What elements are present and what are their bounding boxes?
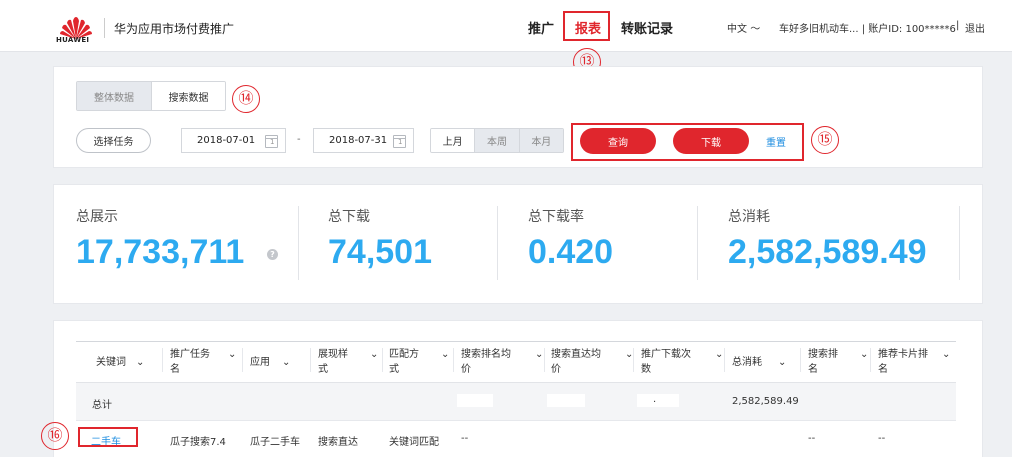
table-header: 关键词 ⌄ 推广任务 名 ⌄ 应用 ⌄ 展现样 式 ⌄ 匹配方 式 ⌄ 搜索排名… — [76, 341, 956, 383]
col-task-name[interactable]: 推广任务 名 ⌄ — [170, 347, 236, 377]
stat-divider — [298, 206, 299, 280]
chevron-down-icon: ⌄ — [228, 349, 237, 360]
language-label: 中文 — [727, 24, 747, 35]
total-cost-value: 2,582,589.49 — [732, 396, 799, 407]
annotation-16: ⑯ — [41, 422, 69, 450]
column-separator — [724, 348, 725, 372]
chevron-down-icon: ⌄ — [136, 357, 145, 368]
column-separator — [800, 348, 801, 372]
col-app[interactable]: 应用 ⌄ — [250, 355, 290, 370]
period-this-week[interactable]: 本周 — [474, 129, 519, 152]
stat-label-impressions: 总展示 — [76, 209, 118, 225]
annotation-box-keyword — [78, 427, 138, 447]
header-separator: | — [956, 20, 960, 31]
column-separator — [453, 348, 454, 372]
col-search-rank[interactable]: 搜索排 名 ⌄ — [808, 347, 868, 377]
column-separator — [544, 348, 545, 372]
col-display-style[interactable]: 展现样 式 ⌄ — [318, 347, 378, 377]
col-total-cost[interactable]: 总消耗 ⌄ — [732, 355, 786, 370]
card-rank-cell: -- — [878, 433, 886, 444]
search-rank-cell: -- — [808, 433, 816, 444]
tab-overall-data[interactable]: 整体数据 — [77, 82, 151, 110]
start-date-input[interactable]: 2018-07-01 — [181, 128, 286, 153]
calendar-icon[interactable] — [265, 135, 278, 148]
column-separator — [162, 348, 163, 372]
annotation-box-reports — [563, 11, 610, 41]
column-separator — [382, 348, 383, 372]
redacted-value — [457, 394, 493, 407]
column-separator — [870, 348, 871, 372]
app-cell: 瓜子二手车 — [250, 437, 300, 448]
annotation-15: ⑮ — [811, 126, 839, 154]
col-search-rank-price[interactable]: 搜索排名均 价 ⌄ — [461, 347, 543, 377]
total-label: 总计 — [92, 400, 112, 411]
reset-link[interactable]: 重置 — [766, 134, 786, 149]
period-last-month[interactable]: 上月 — [431, 129, 475, 152]
column-separator — [633, 348, 634, 372]
period-this-month[interactable]: 本月 — [518, 129, 563, 152]
calendar-icon[interactable] — [393, 135, 406, 148]
col-keyword[interactable]: 关键词 ⌄ — [96, 355, 144, 370]
start-date-value: 2018-07-01 — [197, 135, 256, 146]
query-button[interactable]: 查询 — [580, 128, 656, 154]
chevron-down-icon: ⌄ — [778, 357, 787, 368]
chevron-down-icon: ⌄ — [370, 349, 379, 360]
date-range-separator: - — [297, 134, 301, 145]
stat-label-download-rate: 总下载率 — [528, 209, 584, 225]
stat-divider — [497, 206, 498, 280]
task-name-cell: 瓜子搜索7.4 — [170, 437, 226, 448]
chevron-down-icon: ⌄ — [282, 357, 291, 368]
chevron-down-icon: ⌄ — [860, 349, 869, 360]
app-title: 华为应用市场付费推广 — [114, 22, 235, 36]
logout-link[interactable]: 退出 — [965, 20, 985, 35]
select-task-button[interactable]: 选择任务 — [76, 128, 151, 153]
table-row-total: 总计 . 2,582,589.49 — [76, 383, 956, 421]
chevron-down-icon: ⌄ — [441, 349, 450, 360]
col-card-rank[interactable]: 推荐卡片排 名 ⌄ — [878, 347, 950, 377]
col-promo-downloads[interactable]: 推广下载次 数 ⌄ — [641, 347, 723, 377]
col-match-type[interactable]: 匹配方 式 ⌄ — [389, 347, 449, 377]
match-type-cell: 关键词匹配 — [389, 437, 439, 448]
stat-value-total-cost: 2,582,589.49 — [728, 233, 927, 271]
end-date-input[interactable]: 2018-07-31 — [313, 128, 414, 153]
stat-divider — [697, 206, 698, 280]
language-switch[interactable]: 中文 〜 — [727, 20, 760, 35]
download-button[interactable]: 下载 — [673, 128, 749, 154]
header-divider — [104, 18, 105, 38]
col-search-direct-price[interactable]: 搜索直达均 价 ⌄ — [551, 347, 633, 377]
help-icon[interactable]: ? — [267, 249, 278, 260]
redacted-value: . — [637, 394, 679, 407]
nav-promotion[interactable]: 推广 — [528, 18, 554, 37]
stat-label-total-cost: 总消耗 — [728, 209, 770, 225]
stat-label-downloads: 总下载 — [328, 209, 370, 225]
data-type-tabs: 整体数据 搜索数据 — [76, 81, 226, 111]
rank-price-cell: -- — [461, 433, 469, 444]
tab-search-data[interactable]: 搜索数据 — [151, 82, 225, 110]
top-header: HUAWEI 华为应用市场付费推广 推广 报表 转账记录 中文 〜 车好多旧机动… — [0, 0, 1012, 52]
chevron-down-icon: ⌄ — [535, 349, 544, 360]
chevron-down-icon: ⌄ — [715, 349, 724, 360]
stat-value-downloads: 74,501 — [328, 233, 432, 271]
stat-divider — [959, 206, 960, 280]
display-style-cell: 搜索直达 — [318, 437, 358, 448]
column-separator — [242, 348, 243, 372]
redacted-value — [547, 394, 585, 407]
annotation-14: ⑭ — [232, 85, 260, 113]
stat-value-download-rate: 0.420 — [528, 233, 614, 271]
chevron-down-icon: 〜 — [750, 24, 761, 35]
brand-wordmark: HUAWEI — [56, 36, 90, 44]
column-separator — [310, 348, 311, 372]
account-info: 车好多旧机动车... | 账户ID: 100*****6 — [779, 24, 956, 35]
chevron-down-icon: ⌄ — [942, 349, 951, 360]
nav-transfer-records[interactable]: 转账记录 — [621, 18, 673, 37]
stat-value-impressions: 17,733,711 — [76, 233, 245, 271]
table-row: 二手车 瓜子搜索7.4 瓜子二手车 搜索直达 关键词匹配 -- -- -- — [76, 421, 956, 457]
end-date-value: 2018-07-31 — [329, 135, 388, 146]
period-selector: 上月 本周 本月 — [430, 128, 564, 153]
